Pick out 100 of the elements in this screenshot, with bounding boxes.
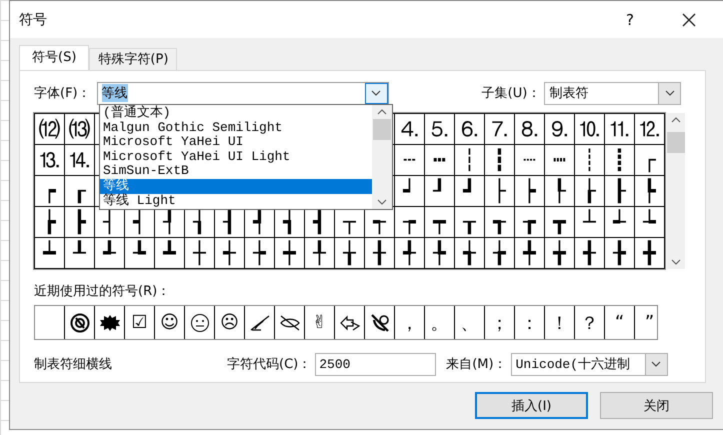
symbol-cell[interactable]: ╅ [455,238,485,269]
insert-button[interactable]: 插入(I) [475,392,588,419]
symbol-cell[interactable]: ┣ [65,207,95,238]
symbol-cell[interactable]: ┅ [425,145,455,176]
symbol-cell[interactable]: ┻ [155,238,185,269]
scroll-up-icon[interactable] [671,117,681,123]
symbol-cell[interactable]: ┰ [455,207,485,238]
symbol-cell[interactable]: ┙ [395,176,425,207]
arrow-envelope-icon[interactable] [338,314,360,332]
symbol-cell[interactable]: ┯ [425,207,455,238]
symbol-cell[interactable]: ┡ [635,176,665,207]
help-button[interactable]: ? [626,10,634,28]
symbol-cell[interactable]: ┚ [425,176,455,207]
symbol-cell[interactable]: ┺ [125,238,155,269]
symbol-cell[interactable]: ├ [485,176,515,207]
symbol-cell[interactable]: ┟ [575,176,605,207]
symbol-cell[interactable]: ┢ [35,207,65,238]
pen-icon[interactable] [248,314,270,332]
symbol-cell[interactable]: ╂ [365,238,395,269]
scroll-down-icon[interactable] [377,199,387,205]
scrollbar[interactable] [372,105,392,209]
symbol-cell[interactable]: ⒑ [575,114,605,145]
symbol-cell[interactable]: ╋ [635,238,665,269]
symbol-cell[interactable]: ⒔ [35,145,65,176]
font-option[interactable]: Microsoft YaHei UI [100,135,372,150]
neutral-face-icon[interactable] [190,312,210,332]
symbol-cell[interactable]: ┹ [95,238,125,269]
from-combobox[interactable]: Unicode(十六进制 [510,352,668,376]
symbol-cell[interactable]: ╊ [605,238,635,269]
symbol-cell[interactable]: ┸ [65,238,95,269]
font-combobox[interactable]: 等线 [96,82,389,104]
symbol-cell[interactable]: ┾ [245,238,275,269]
symbol-cell[interactable]: ┎ [65,176,95,207]
symbol-cell[interactable]: ⒕ [65,145,95,176]
symbol-cell[interactable]: ┱ [485,207,515,238]
symbol-cell[interactable]: ┼ [185,238,215,269]
symbol-cell[interactable]: ⒒ [605,114,635,145]
symbol-cell[interactable]: ┇ [485,145,515,176]
scroll-up-icon[interactable] [377,109,387,115]
symbol-cell[interactable]: ┞ [545,176,575,207]
symbol-cell[interactable]: ┲ [515,207,545,238]
symbol-cell[interactable]: ┴ [575,207,605,238]
symbol-cell[interactable]: ┍ [35,176,65,207]
subset-label: 子集(U)： [482,85,540,102]
symbol-cell[interactable]: ┛ [455,176,485,207]
symbol-cell[interactable]: ┌ [635,145,665,176]
symbol-cell[interactable]: ┽ [215,238,245,269]
crossed-eye-icon[interactable] [278,314,300,332]
recent-symbol[interactable]: ” [635,306,664,339]
symbol-cell[interactable]: ╈ [545,238,575,269]
font-option[interactable]: 等线 [100,178,372,194]
symbol-cell[interactable]: ⒀ [65,114,95,145]
symbol-cell[interactable]: ┄ [395,145,425,176]
symbol-cell[interactable]: ╃ [395,238,425,269]
scroll-thumb[interactable] [373,119,391,140]
symbol-cell[interactable]: ⑿ [35,114,65,145]
symbol-cell[interactable]: ⒍ [455,114,485,145]
symbol-cell[interactable]: ┝ [515,176,545,207]
font-option[interactable]: Malgun Gothic Semilight [100,120,372,136]
symbol-cell[interactable]: ⒏ [515,114,545,145]
symbol-cell[interactable]: ┵ [605,207,635,238]
scroll-thumb[interactable] [667,132,685,153]
symbol-cell[interactable]: ╁ [335,238,365,269]
font-option[interactable]: 等线 Light [100,194,372,208]
symbol-cell[interactable]: ┳ [545,207,575,238]
symbol-cell[interactable]: ╇ [515,238,545,269]
scrollbar[interactable] [667,113,685,269]
character-code-field[interactable]: 2500 [315,352,436,376]
symbol-cell[interactable]: ╀ [305,238,335,269]
symbol-cell[interactable]: ┊ [575,145,605,176]
symbol-cell[interactable]: ╉ [575,238,605,269]
symbol-cell[interactable]: ⒌ [425,114,455,145]
scroll-down-icon[interactable] [671,259,681,265]
burst-icon[interactable] [98,314,120,332]
symbol-cell[interactable]: ┮ [395,207,425,238]
close-button[interactable]: 关闭 [600,392,713,419]
symbol-cell[interactable]: ┿ [275,238,305,269]
symbol-cell[interactable]: ┆ [455,145,485,176]
symbol-cell[interactable]: ╄ [425,238,455,269]
font-option[interactable]: Microsoft YaHei UI Light [100,150,372,164]
symbol-cell[interactable]: ⒐ [545,114,575,145]
symbol-cell[interactable]: ⒎ [485,114,515,145]
crossed-phone-icon[interactable] [368,312,390,334]
symbol-cell[interactable]: ┷ [35,238,65,269]
font-option[interactable]: (普通文本) [100,106,372,121]
symbol-cell[interactable]: ⒋ [395,114,425,145]
tab[interactable]: 符号(S) [19,45,90,70]
subset-combobox[interactable]: 制表符 [544,82,682,104]
font-option[interactable]: SimSun-ExtB [100,164,372,179]
symbol-cell[interactable]: ┶ [635,207,665,238]
tab[interactable]: 特殊字符(P) [89,48,178,70]
circled-symbol-icon[interactable] [70,312,90,332]
symbol-cell[interactable]: ╆ [485,238,515,269]
symbol-cell[interactable]: ⒓ [635,114,665,145]
symbol-cell[interactable]: ┋ [605,145,635,176]
close-icon[interactable] [682,12,696,26]
symbol-cell[interactable]: ┉ [545,145,575,176]
symbol-cell[interactable]: ┠ [605,176,635,207]
chevron-down-icon [651,361,662,367]
symbol-cell[interactable]: ┈ [515,145,545,176]
